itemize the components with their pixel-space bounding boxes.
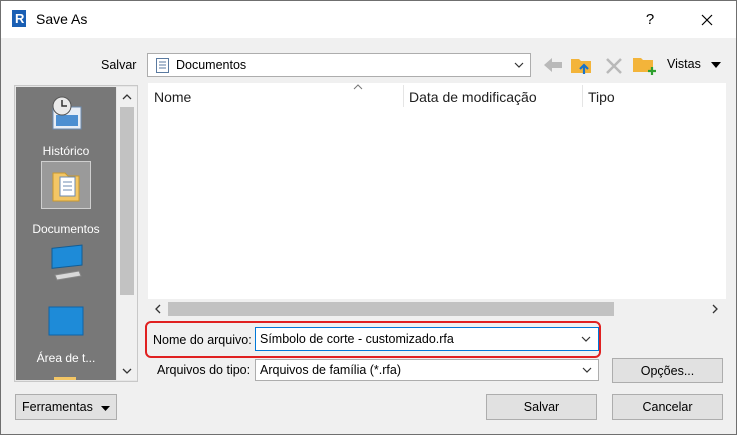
close-button[interactable] <box>689 1 725 38</box>
chevron-down-icon <box>122 368 132 374</box>
chevron-down-icon <box>514 62 524 68</box>
column-separator[interactable] <box>403 85 404 107</box>
scroll-up-button[interactable] <box>117 88 137 105</box>
places-list: Histórico Documentos Área de t... <box>16 87 116 380</box>
places-scrollbar[interactable] <box>117 87 137 380</box>
svg-text:R: R <box>15 11 25 26</box>
new-folder-icon[interactable] <box>632 53 658 77</box>
documents-icon <box>156 58 169 73</box>
desktop-icon <box>48 306 84 336</box>
tools-button[interactable]: Ferramentas <box>15 394 117 420</box>
save-button[interactable]: Salvar <box>486 394 597 420</box>
filetype-dropdown[interactable]: Arquivos de família (*.rfa) <box>255 359 599 381</box>
scroll-right-button[interactable] <box>706 299 724 319</box>
help-button[interactable]: ? <box>631 1 669 38</box>
place-label: Histórico <box>42 144 90 158</box>
delete-icon[interactable] <box>604 56 624 76</box>
column-header-date[interactable]: Data de modificação <box>409 83 537 110</box>
save-as-dialog: R Save As ? Salvar Documentos Vistas His… <box>0 0 737 435</box>
up-folder-icon[interactable] <box>570 53 594 77</box>
options-button[interactable]: Opções... <box>612 358 723 383</box>
save-in-label: Salvar <box>101 58 137 72</box>
chevron-right-icon <box>712 304 718 314</box>
views-button[interactable]: Vistas <box>667 57 701 71</box>
column-separator[interactable] <box>582 85 583 107</box>
filetype-label: Arquivos do tipo: <box>157 363 251 377</box>
title-bar: R Save As ? <box>1 1 736 38</box>
place-history[interactable]: Histórico <box>16 93 116 163</box>
scroll-down-button[interactable] <box>117 362 137 379</box>
place-documents[interactable]: Documentos <box>16 161 116 237</box>
views-dropdown-icon[interactable] <box>711 62 721 68</box>
filename-label: Nome do arquivo: <box>153 333 252 347</box>
place-label: Área de t... <box>36 351 96 365</box>
scroll-thumb[interactable] <box>168 302 614 316</box>
place-label: Documentos <box>32 222 100 236</box>
chevron-up-icon <box>122 93 132 99</box>
chevron-down-icon[interactable] <box>581 336 591 343</box>
place-computer[interactable] <box>16 243 116 289</box>
scroll-left-button[interactable] <box>149 299 167 319</box>
place-desktop[interactable]: Área de t... <box>16 301 116 365</box>
computer-icon <box>51 244 83 281</box>
window-title: Save As <box>36 11 88 27</box>
history-icon <box>52 96 82 130</box>
chevron-down-icon <box>582 367 592 373</box>
filename-input[interactable] <box>255 327 599 351</box>
horizontal-scrollbar[interactable] <box>148 299 726 319</box>
column-header-type[interactable]: Tipo <box>588 83 615 110</box>
documents-folder-icon <box>52 172 80 202</box>
back-arrow-icon[interactable] <box>542 56 564 74</box>
dropdown-arrow-icon <box>101 406 110 411</box>
scroll-thumb[interactable] <box>120 107 134 295</box>
location-value: Documentos <box>176 58 247 72</box>
close-icon <box>701 14 713 25</box>
filetype-value: Arquivos de família (*.rfa) <box>260 363 402 377</box>
tools-label: Ferramentas <box>22 400 93 414</box>
file-list[interactable]: Nome Data de modificação Tipo <box>148 83 726 319</box>
places-bar: Histórico Documentos Área de t... <box>14 85 138 382</box>
sort-ascending-icon <box>353 84 363 90</box>
revit-app-icon: R <box>12 10 26 27</box>
cancel-button[interactable]: Cancelar <box>612 394 723 420</box>
next-place-peek <box>54 377 76 380</box>
chevron-left-icon <box>155 304 161 314</box>
column-header-name[interactable]: Nome <box>154 83 191 110</box>
location-dropdown[interactable]: Documentos <box>147 53 531 77</box>
